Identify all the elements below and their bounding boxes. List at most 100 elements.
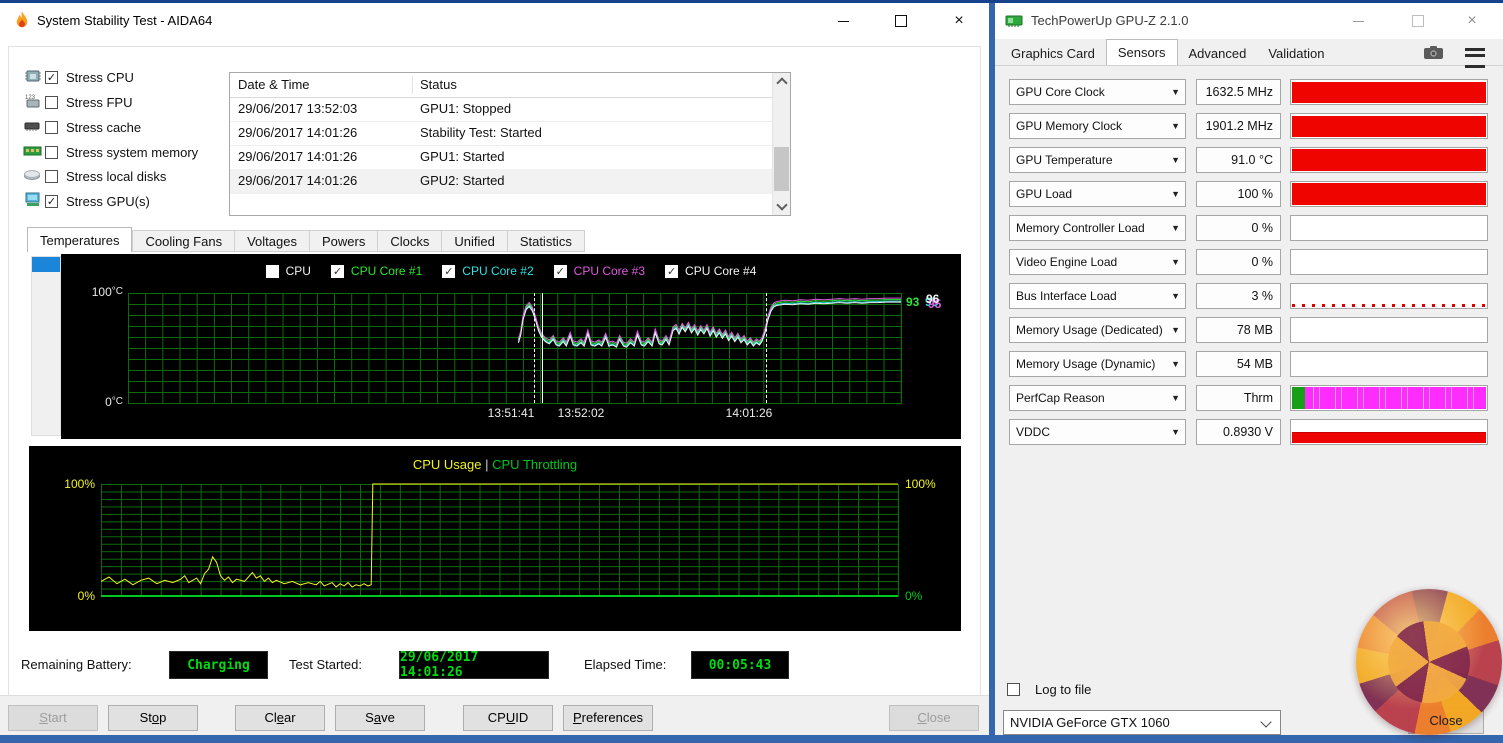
fpu-chip-icon: 123 [23, 93, 45, 113]
time-marker-dashed [766, 293, 767, 403]
save-button[interactable]: Save [335, 705, 425, 731]
stop-button[interactable]: Stop [108, 705, 198, 731]
start-button[interactable]: Start [8, 705, 98, 731]
dropdown-arrow-icon: ▼ [1171, 427, 1180, 437]
legend-checkbox-core1[interactable] [331, 265, 344, 278]
screenshot-camera-icon[interactable] [1424, 46, 1443, 64]
aida64-titlebar: System Stability Test - AIDA64 × [0, 3, 989, 39]
temperature-chart: CPU CPU Core #1 CPU Core #2 CPU Core #3 [61, 254, 961, 439]
legend-item-core4: CPU Core #4 [665, 264, 756, 278]
sensor-name-perfcap-reason[interactable]: PerfCap Reason▼ [1009, 385, 1186, 411]
dropdown-arrow-icon: ▼ [1171, 291, 1180, 301]
usage-left-max-label: 100% [51, 477, 95, 491]
stress-fpu-checkbox[interactable] [45, 96, 58, 109]
sensor-name-memory-usage-dynamic[interactable]: Memory Usage (Dynamic)▼ [1009, 351, 1186, 377]
legend-checkbox-core4[interactable] [665, 265, 678, 278]
tab-graphics-card[interactable]: Graphics Card [1000, 43, 1106, 65]
dropdown-arrow-icon: ▼ [1171, 155, 1180, 165]
aida64-tab-bar: Temperatures Cooling Fans Voltages Power… [27, 227, 585, 252]
temperature-plot-area [128, 293, 902, 404]
tab-sensors[interactable]: Sensors [1106, 39, 1178, 65]
scroll-up-arrow-icon[interactable] [773, 73, 790, 90]
tab-cooling-fans[interactable]: Cooling Fans [132, 230, 235, 252]
gpuz-close-button-label: Close [1408, 708, 1484, 734]
close-button[interactable]: Close [889, 705, 979, 731]
battery-value-display: Charging [169, 651, 268, 679]
y-axis-max-label: 100°C [67, 285, 123, 299]
aida64-content-panel: Stress CPU 123 Stress FPU Stress cache S… [8, 46, 981, 697]
scroll-down-arrow-icon[interactable] [773, 198, 790, 215]
chevron-down-icon [1260, 716, 1271, 727]
sensor-graph [1290, 283, 1488, 309]
close-window-button[interactable]: × [1461, 11, 1483, 31]
gpu-device-dropdown[interactable]: NVIDIA GeForce GTX 1060 [1003, 710, 1281, 735]
legend-checkbox-cpu[interactable] [266, 265, 279, 278]
tab-powers[interactable]: Powers [310, 230, 378, 252]
tab-clocks[interactable]: Clocks [378, 230, 442, 252]
log-row[interactable]: 29/06/2017 14:01:26 GPU1: Started [230, 145, 772, 170]
time-marker-solid [542, 293, 543, 403]
log-scrollbar[interactable] [772, 73, 790, 215]
chart-scrollbar-thumb[interactable] [32, 257, 60, 272]
stress-cache-checkbox[interactable] [45, 121, 58, 134]
log-row[interactable]: 29/06/2017 14:01:26 Stability Test: Star… [230, 121, 772, 146]
time-marker-dashed [534, 293, 535, 403]
tab-temperatures[interactable]: Temperatures [27, 227, 132, 252]
minimize-button[interactable] [832, 11, 854, 31]
sensor-graph [1290, 147, 1488, 173]
maximize-button[interactable] [890, 11, 912, 31]
x-tick-1: 13:51:41 [471, 406, 551, 420]
sensor-value: 78 MB [1196, 317, 1281, 343]
sensor-name-gpu-load[interactable]: GPU Load▼ [1009, 181, 1186, 207]
legend-item-core2: CPU Core #2 [442, 264, 533, 278]
stress-option-memory: Stress system memory [23, 144, 198, 161]
menu-hamburger-icon[interactable] [1465, 48, 1485, 68]
flame-icon [13, 11, 31, 36]
tab-voltages[interactable]: Voltages [235, 230, 310, 252]
log-to-file-checkbox[interactable] [1007, 683, 1020, 696]
tab-statistics[interactable]: Statistics [508, 230, 585, 252]
cpuid-button[interactable]: CPUID [463, 705, 553, 731]
stress-memory-checkbox[interactable] [45, 146, 58, 159]
y-axis-min-label: 0°C [67, 395, 123, 409]
sensor-name-bus-interface-load[interactable]: Bus Interface Load▼ [1009, 283, 1186, 309]
sensor-value: 3 % [1196, 283, 1281, 309]
legend-item-core3: CPU Core #3 [554, 264, 645, 278]
log-header-status[interactable]: Status [420, 73, 457, 97]
sensor-name-memory-controller-load[interactable]: Memory Controller Load▼ [1009, 215, 1186, 241]
gpuz-titlebar: TechPowerUp GPU-Z 2.1.0 × [995, 3, 1503, 40]
preferences-button[interactable]: Preferences [563, 705, 653, 731]
stress-disks-checkbox[interactable] [45, 170, 58, 183]
sensor-value: 0 % [1196, 249, 1281, 275]
dropdown-arrow-icon: ▼ [1171, 325, 1180, 335]
legend-checkbox-core2[interactable] [442, 265, 455, 278]
sensor-value: 91.0 °C [1196, 147, 1281, 173]
log-scrollbar-thumb[interactable] [774, 147, 789, 191]
sensor-name-video-engine-load[interactable]: Video Engine Load▼ [1009, 249, 1186, 275]
maximize-button[interactable] [1407, 11, 1429, 31]
tab-advanced[interactable]: Advanced [1178, 43, 1258, 65]
minimize-button[interactable] [1347, 11, 1369, 31]
sensor-value: 0 % [1196, 215, 1281, 241]
log-header-datetime[interactable]: Date & Time [238, 73, 310, 97]
legend-item-core1: CPU Core #1 [331, 264, 422, 278]
sensor-name-vddc[interactable]: VDDC▼ [1009, 419, 1186, 445]
log-row-selected[interactable]: 29/06/2017 14:01:26 GPU2: Started [230, 169, 772, 194]
gpu-icon [23, 192, 45, 212]
stress-gpus-checkbox[interactable] [45, 195, 58, 208]
tab-unified[interactable]: Unified [442, 230, 507, 252]
elapsed-time-display: 00:05:43 [691, 651, 789, 679]
clear-button[interactable]: Clear [235, 705, 325, 731]
log-row[interactable]: 29/06/2017 13:52:03 GPU1: Stopped [230, 97, 772, 122]
sensor-name-gpu-temperature[interactable]: GPU Temperature▼ [1009, 147, 1186, 173]
legend-checkbox-core3[interactable] [554, 265, 567, 278]
tab-validation[interactable]: Validation [1257, 43, 1335, 65]
close-window-button[interactable]: × [948, 11, 970, 31]
sensor-name-gpu-core-clock[interactable]: GPU Core Clock▼ [1009, 79, 1186, 105]
sensor-value: Thrm [1196, 385, 1281, 411]
chart-scrollbar[interactable] [31, 256, 61, 436]
sensor-graph [1290, 113, 1488, 139]
stress-cpu-checkbox[interactable] [45, 71, 58, 84]
sensor-name-gpu-memory-clock[interactable]: GPU Memory Clock▼ [1009, 113, 1186, 139]
sensor-name-memory-usage-dedicated[interactable]: Memory Usage (Dedicated)▼ [1009, 317, 1186, 343]
